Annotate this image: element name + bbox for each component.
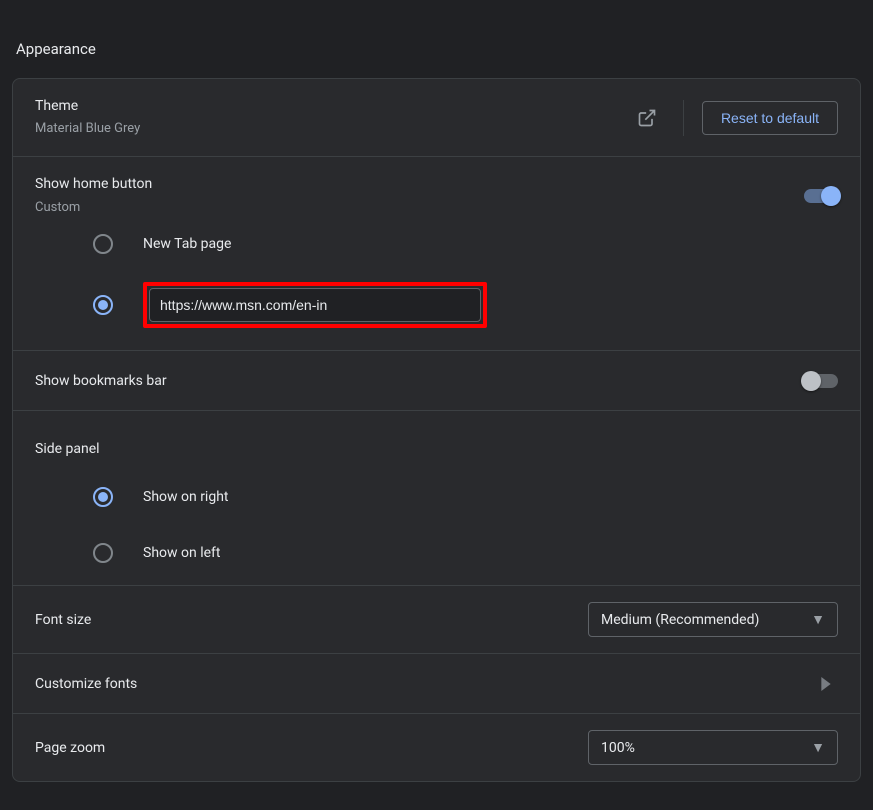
font-size-value: Medium (Recommended)	[601, 612, 759, 628]
radio-checked-icon[interactable]	[93, 295, 113, 315]
theme-value: Material Blue Grey	[35, 119, 629, 140]
side-panel-option-left[interactable]: Show on left	[93, 543, 838, 563]
open-in-new-icon[interactable]	[629, 100, 665, 136]
page-zoom-value: 100%	[601, 740, 635, 756]
font-size-title: Font size	[35, 609, 91, 631]
customize-fonts-row[interactable]: Customize fonts	[13, 654, 860, 714]
home-option-new-tab[interactable]: New Tab page	[93, 234, 838, 254]
home-button-title: Show home button	[35, 173, 804, 195]
customize-fonts-title: Customize fonts	[35, 673, 137, 695]
font-size-row: Font size Medium (Recommended) ▼	[13, 586, 860, 654]
bookmarks-bar-toggle[interactable]	[804, 374, 838, 388]
side-panel-title: Side panel	[35, 438, 100, 460]
radio-unchecked-icon[interactable]	[93, 234, 113, 254]
home-button-section: Show home button Custom New Tab page	[13, 157, 860, 351]
home-custom-url-input[interactable]	[149, 288, 481, 322]
caret-down-icon: ▼	[811, 611, 825, 628]
radio-checked-icon[interactable]	[93, 487, 113, 507]
page-zoom-row: Page zoom 100% ▼	[13, 714, 860, 781]
home-option-custom-url[interactable]	[93, 282, 838, 328]
theme-title: Theme	[35, 95, 629, 117]
side-panel-right-label: Show on right	[143, 489, 229, 505]
caret-down-icon: ▼	[811, 739, 825, 756]
reset-theme-button[interactable]: Reset to default	[702, 101, 838, 135]
home-button-subtitle: Custom	[35, 198, 804, 219]
bookmarks-bar-title: Show bookmarks bar	[35, 370, 167, 392]
page-zoom-title: Page zoom	[35, 737, 105, 759]
home-option-new-tab-label: New Tab page	[143, 236, 231, 252]
highlighted-url-field	[143, 282, 487, 328]
page-title: Appearance	[0, 0, 873, 78]
chevron-right-icon	[814, 677, 838, 691]
font-size-select[interactable]: Medium (Recommended) ▼	[588, 602, 838, 637]
side-panel-section: Side panel Show on right Show on left	[13, 411, 860, 586]
bookmarks-bar-row: Show bookmarks bar	[13, 351, 860, 411]
page-zoom-select[interactable]: 100% ▼	[588, 730, 838, 765]
side-panel-left-label: Show on left	[143, 545, 220, 561]
divider	[683, 100, 684, 136]
theme-row: Theme Material Blue Grey Reset to defaul…	[13, 79, 860, 157]
appearance-settings-card: Theme Material Blue Grey Reset to defaul…	[12, 78, 861, 782]
home-button-toggle[interactable]	[804, 189, 838, 203]
radio-unchecked-icon[interactable]	[93, 543, 113, 563]
side-panel-option-right[interactable]: Show on right	[93, 487, 838, 507]
